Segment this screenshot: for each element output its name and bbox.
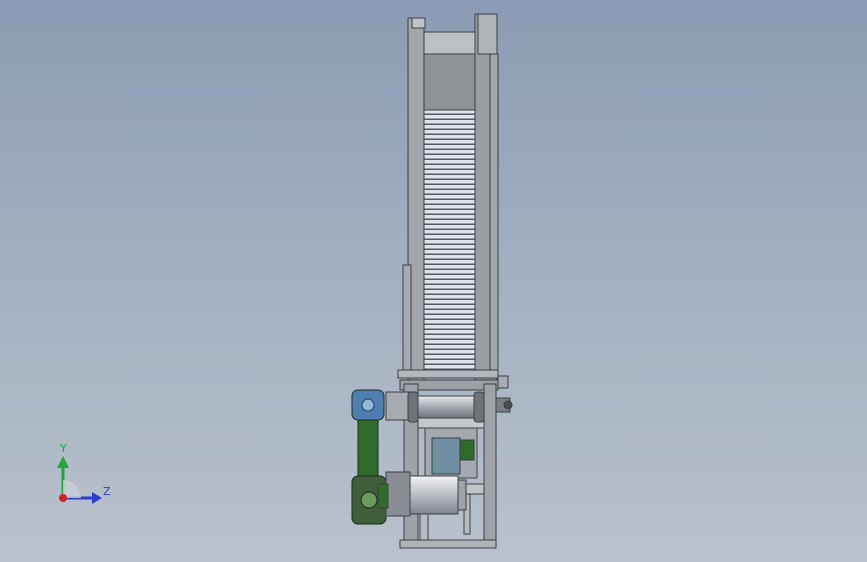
y-arrow-icon xyxy=(57,456,69,468)
green-bracket xyxy=(459,439,475,461)
gearbox-window xyxy=(431,437,461,475)
triad-axes-icon xyxy=(57,456,102,504)
x-axis-dot xyxy=(59,494,67,502)
coordinate-triad: Y Z xyxy=(40,438,130,518)
drive-right-leg xyxy=(483,383,497,545)
right-cap xyxy=(477,13,498,55)
machine-assembly[interactable] xyxy=(0,0,867,562)
left-side-plate xyxy=(402,264,412,376)
left-cap xyxy=(411,17,426,29)
support-rod-left xyxy=(419,511,429,541)
slat-conveyor xyxy=(423,109,476,371)
z-arrow-icon xyxy=(92,492,102,504)
top-gap xyxy=(423,53,476,111)
y-axis-label: Y xyxy=(60,442,67,455)
top-crossbar xyxy=(423,31,476,55)
z-axis-label: Z xyxy=(103,485,111,498)
cad-viewport[interactable]: Y Z xyxy=(0,0,867,562)
motor xyxy=(377,471,467,517)
base-plate xyxy=(399,539,497,549)
right-inner-rail xyxy=(489,53,499,377)
